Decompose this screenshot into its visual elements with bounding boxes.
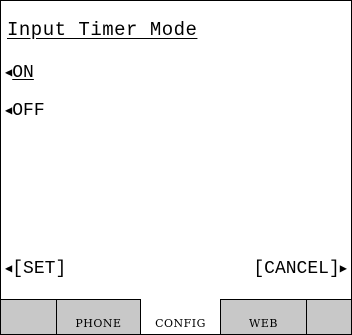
cancel-softkey[interactable]: [CANCEL] ▶ (253, 259, 347, 279)
cancel-softkey-label: [CANCEL] (253, 259, 340, 279)
tab-bar: PHONE CONFIG WEB (1, 299, 351, 334)
tab-blank-left[interactable] (1, 300, 57, 334)
option-on[interactable]: ◀ ON (5, 63, 34, 83)
left-arrow-icon: ◀ (5, 104, 13, 118)
phone-display-screen: Input Timer Mode ◀ ON ◀ OFF ◀ [SET] [CAN… (0, 0, 352, 335)
tab-config[interactable]: CONFIG (141, 299, 221, 334)
softkey-bar: ◀ [SET] [CANCEL] ▶ (5, 259, 347, 279)
set-softkey-label: [SET] (12, 259, 67, 279)
tab-phone[interactable]: PHONE (57, 300, 141, 334)
left-arrow-icon: ◀ (5, 262, 13, 276)
tab-blank-right[interactable] (307, 300, 351, 334)
left-arrow-icon: ◀ (5, 66, 13, 80)
option-on-label: ON (12, 63, 34, 83)
option-off-label: OFF (12, 101, 45, 121)
screen-title: Input Timer Mode (7, 19, 198, 41)
right-arrow-icon: ▶ (339, 262, 347, 276)
option-off[interactable]: ◀ OFF (5, 101, 45, 121)
tab-web[interactable]: WEB (221, 300, 307, 334)
set-softkey[interactable]: ◀ [SET] (5, 259, 66, 279)
